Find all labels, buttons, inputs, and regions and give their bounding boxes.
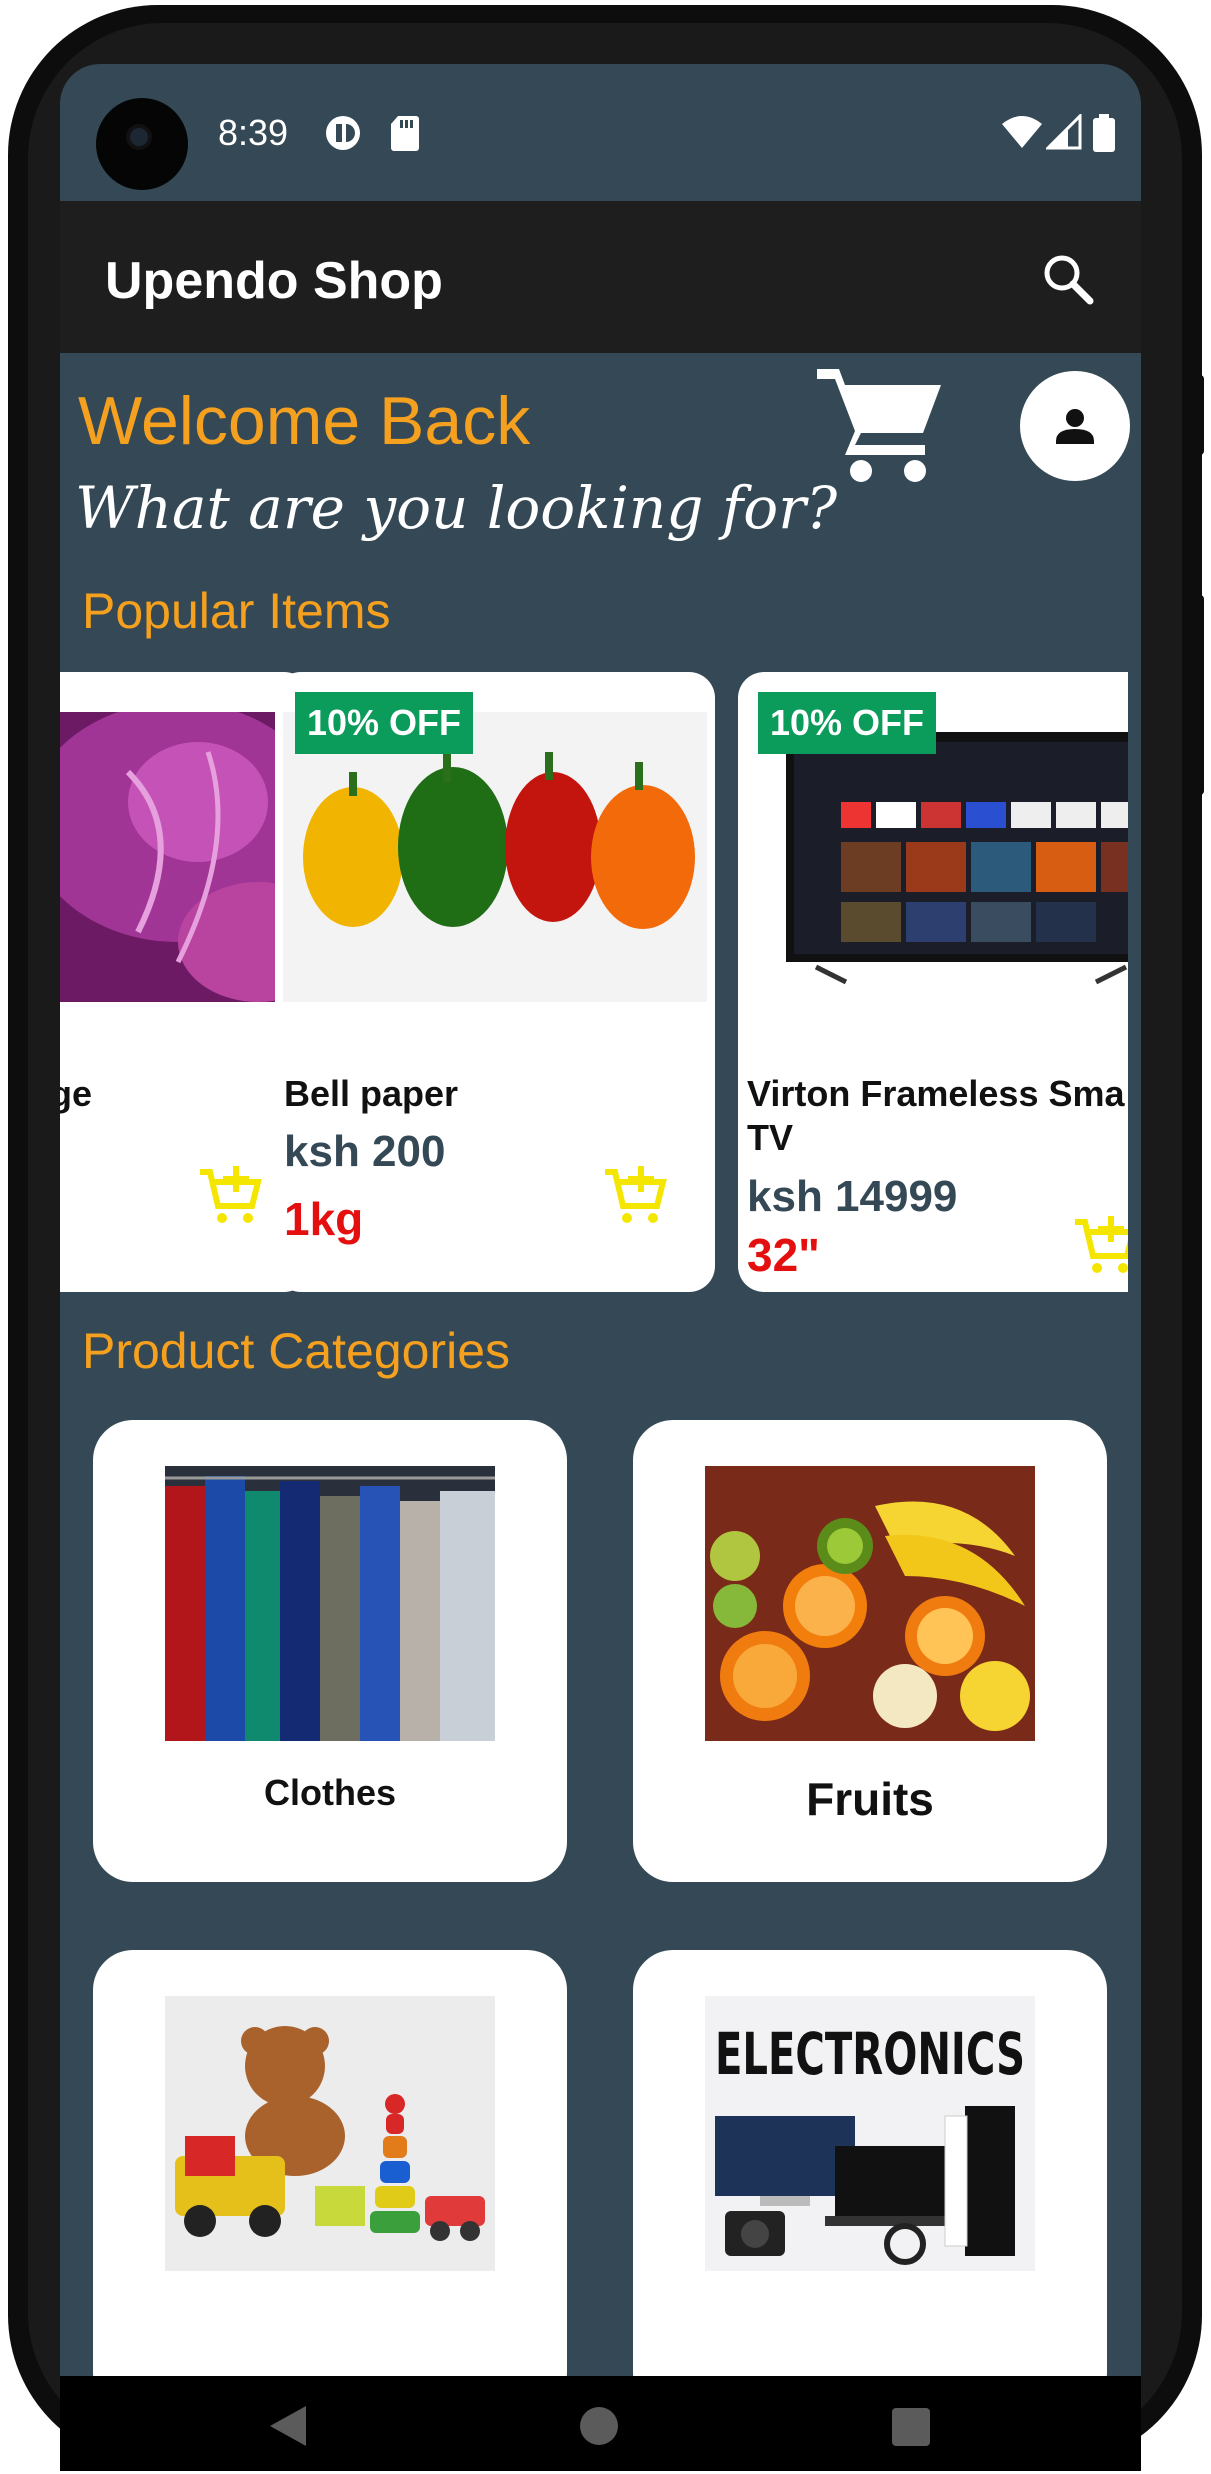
- tv-image: [746, 712, 1128, 1002]
- app-screen: 8:39 Upendo Shop Welcome Back What are y…: [60, 64, 1141, 2376]
- front-camera: [96, 98, 188, 190]
- product-quantity: 32": [747, 1229, 820, 1281]
- product-price: ksh 14999: [747, 1172, 958, 1221]
- clothes-image: [165, 1466, 495, 1741]
- popular-items-list[interactable]: ge 10% OFF Bell paper ksh 200 1kg 10% OF…: [60, 672, 1128, 1312]
- electronics-image: ELECTRONICS: [705, 1996, 1035, 2271]
- status-time: 8:39: [218, 112, 289, 153]
- welcome-text: Welcome Back: [78, 383, 531, 459]
- shopping-cart-icon[interactable]: [815, 359, 945, 484]
- back-icon[interactable]: [268, 2404, 308, 2448]
- discount-badge: 10% OFF: [758, 692, 937, 754]
- power-button: [1194, 595, 1204, 795]
- product-name: Virton Frameless Sma: [747, 1073, 1125, 1114]
- product-quantity: 1kg: [284, 1193, 364, 1245]
- discount-badge: 10% OFF: [295, 692, 474, 754]
- status-bar: 8:39: [60, 64, 1141, 201]
- add-to-cart-icon[interactable]: [603, 1162, 667, 1226]
- cabbage-image: [60, 712, 302, 1002]
- recents-icon[interactable]: [891, 2407, 931, 2447]
- search-prompt-text: What are you looking for?: [75, 474, 838, 542]
- wifi-icon: [1002, 116, 1042, 148]
- app-title: Upendo Shop: [105, 252, 443, 310]
- account-icon: [1056, 409, 1094, 444]
- electronics-banner-text: ELECTRONICS: [715, 2020, 1025, 2088]
- battery-icon: [1093, 114, 1115, 152]
- home-icon[interactable]: [579, 2406, 619, 2446]
- category-label: Clothes: [263, 1772, 396, 1813]
- product-card-virton-tv[interactable]: 10% OFF Virton Frameless Sma TV ksh 1499…: [738, 672, 1128, 1292]
- search-icon[interactable]: [1040, 251, 1096, 307]
- product-card-bell-paper[interactable]: 10% OFF Bell paper ksh 200 1kg: [275, 672, 715, 1292]
- bell-pepper-image: [283, 712, 707, 1002]
- add-to-cart-icon[interactable]: [1073, 1212, 1128, 1276]
- cellular-signal-icon: [1046, 114, 1082, 150]
- category-label: Fruits: [806, 1773, 934, 1825]
- sd-card-icon: [391, 116, 419, 151]
- profile-button[interactable]: [1020, 371, 1130, 481]
- category-card-clothes[interactable]: Clothes: [93, 1420, 567, 1882]
- product-categories-heading: Product Categories: [82, 1323, 511, 1379]
- product-price: ksh 200: [284, 1127, 446, 1176]
- category-card-electronics[interactable]: ELECTRONICS: [633, 1950, 1107, 2376]
- fruits-image: [705, 1466, 1035, 1741]
- volume-button: [1194, 375, 1204, 455]
- category-card-fruits[interactable]: Fruits: [633, 1420, 1107, 1882]
- popular-items-heading: Popular Items: [82, 583, 391, 639]
- product-name: Bell paper: [284, 1073, 459, 1114]
- product-name-line2: TV: [747, 1117, 794, 1158]
- product-name: ge: [60, 1073, 93, 1114]
- product-card-cabbage[interactable]: ge: [60, 672, 310, 1292]
- add-to-cart-icon[interactable]: [198, 1162, 262, 1226]
- category-card-toys[interactable]: [93, 1950, 567, 2376]
- system-nav-bar: [60, 2376, 1141, 2471]
- notification-icon: [326, 116, 360, 150]
- toys-image: [165, 1996, 495, 2271]
- app-toolbar: Upendo Shop: [60, 201, 1141, 353]
